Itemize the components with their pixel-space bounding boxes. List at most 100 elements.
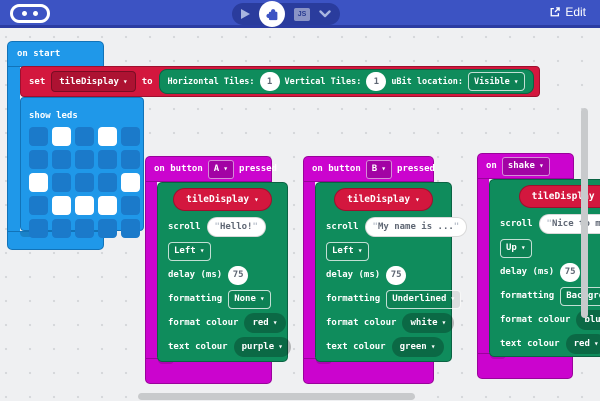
hat-prefix: on button [312,164,361,174]
tile-display-scroll-block[interactable]: tileDisplay ▾ scroll "Hello!" Left▾ dela… [157,182,288,362]
blocks-toggle-button[interactable] [259,1,285,27]
direction-dropdown[interactable]: Left▾ [326,242,369,261]
horizontal-scrollbar[interactable] [138,393,415,400]
text-colour-label: text colour [326,342,386,352]
led-cell-on[interactable] [29,173,48,192]
scroll-text-input[interactable]: "Hello!" [207,217,266,237]
on-shake-block[interactable]: on shake ▾ [477,153,574,179]
led-cell-on[interactable] [121,173,140,192]
led-cell-on[interactable] [75,196,94,215]
variable-dropdown[interactable]: tileDisplay ▾ [51,71,135,92]
led-cell-on[interactable] [98,196,117,215]
formatting-dropdown[interactable]: Underlined▾ [386,290,461,309]
delay-label: delay (ms) [326,270,380,280]
dropdown-caret-icon: ▾ [539,162,544,170]
scroll-text-input[interactable]: "Nice to meet ..." [539,214,600,234]
format-colour-dropdown[interactable]: blue▾ [576,310,600,330]
led-cell-off[interactable] [75,173,94,192]
chevron-down-icon[interactable] [319,10,331,18]
text-colour-dropdown[interactable]: red▾ [566,334,600,354]
show-leds-block[interactable]: show leds [20,97,144,231]
led-cell-off[interactable] [121,219,140,238]
vertical-scrollbar[interactable] [581,108,588,318]
led-cell-on[interactable] [52,196,71,215]
on-button-b-block[interactable]: on button B ▾ pressed [303,156,434,182]
button-dropdown[interactable]: B ▾ [366,160,392,179]
vertical-tiles-label: Vertical Tiles: [285,77,362,87]
led-cell-off[interactable] [98,173,117,192]
gesture-dropdown[interactable]: shake ▾ [502,157,550,176]
format-colour-dropdown[interactable]: red▾ [244,313,285,333]
scroll-text-value: Nice to meet ... [552,219,600,229]
blocks-workspace[interactable]: on start set tileDisplay ▾ to Horizontal… [0,31,600,401]
dropdown-caret-icon: ▾ [200,247,205,255]
delay-input[interactable]: 75 [560,263,580,282]
dropdown-caret-icon: ▾ [431,343,436,351]
led-cell-on[interactable] [98,127,117,146]
format-colour-label: format colour [500,315,570,325]
dropdown-caret-icon: ▾ [358,247,363,255]
led-cell-off[interactable] [52,173,71,192]
show-leds-label: show leds [29,111,78,121]
microbit-logo-icon[interactable] [10,4,50,23]
quote-mark: " [454,222,459,232]
format-colour-value: white [410,318,437,328]
tile-display-create-block[interactable]: Horizontal Tiles: 1 Vertical Tiles: 1 uB… [159,69,534,94]
play-icon[interactable] [241,9,250,19]
led-cell-off[interactable] [29,150,48,169]
simulator-controls: JS [232,3,340,25]
on-start-spine[interactable] [7,61,20,241]
event-spine[interactable] [303,180,315,358]
direction-dropdown[interactable]: Left▾ [168,242,211,261]
format-colour-label: format colour [168,318,238,328]
hat-suffix: pressed [239,164,277,174]
dropdown-caret-icon: ▾ [123,78,128,86]
direction-dropdown[interactable]: Up▾ [500,239,532,258]
led-cell-off[interactable] [75,127,94,146]
delay-input[interactable]: 75 [386,266,406,285]
hat-suffix: pressed [397,164,435,174]
led-cell-off[interactable] [98,219,117,238]
tile-display-scroll-block[interactable]: tileDisplay ▾ scroll "My name is ..." Le… [315,182,452,362]
format-colour-dropdown[interactable]: white▾ [402,313,454,333]
led-cell-off[interactable] [75,219,94,238]
target-variable: tileDisplay [186,194,249,205]
tiledisplay-variable-pill[interactable]: tileDisplay ▾ [173,188,272,211]
formatting-dropdown[interactable]: None▾ [228,290,271,309]
led-cell-off[interactable] [52,150,71,169]
delay-input[interactable]: 75 [228,266,248,285]
on-button-a-block[interactable]: on button A ▾ pressed [145,156,272,182]
text-colour-value: green [400,342,427,352]
button-dropdown[interactable]: A ▾ [208,160,234,179]
scroll-label: scroll [500,219,533,229]
led-cell-off[interactable] [29,127,48,146]
led-cell-off[interactable] [98,150,117,169]
scroll-text-input[interactable]: "My name is ..." [365,217,468,237]
led-cell-off[interactable] [121,127,140,146]
formatting-value: Underlined [392,294,446,304]
led-cell-off[interactable] [121,196,140,215]
set-variable-block[interactable]: set tileDisplay ▾ to Horizontal Tiles: 1… [20,66,540,97]
logo-dot [22,11,27,16]
led-cell-on[interactable] [52,127,71,146]
external-edit-icon [549,6,561,18]
hat-prefix: on button [154,164,203,174]
event-spine[interactable] [145,180,157,358]
text-colour-dropdown[interactable]: purple▾ [234,337,291,357]
on-start-block[interactable]: on start [7,41,104,67]
led-cell-off[interactable] [29,219,48,238]
horizontal-tiles-input[interactable]: 1 [260,72,280,91]
led-cell-off[interactable] [75,150,94,169]
text-colour-value: red [574,339,590,349]
led-cell-off[interactable] [29,196,48,215]
led-cell-off[interactable] [52,219,71,238]
led-cell-off[interactable] [121,150,140,169]
vertical-tiles-input[interactable]: 1 [366,72,386,91]
edit-button[interactable]: Edit [549,5,586,19]
ubit-location-dropdown[interactable]: Visible ▾ [468,72,525,91]
text-colour-dropdown[interactable]: green ▾ [392,337,444,357]
top-bar: JS Edit [0,0,600,28]
tiledisplay-variable-pill[interactable]: tileDisplay ▾ [334,188,433,211]
javascript-toggle-button[interactable]: JS [294,8,310,21]
event-spine[interactable] [477,177,489,353]
